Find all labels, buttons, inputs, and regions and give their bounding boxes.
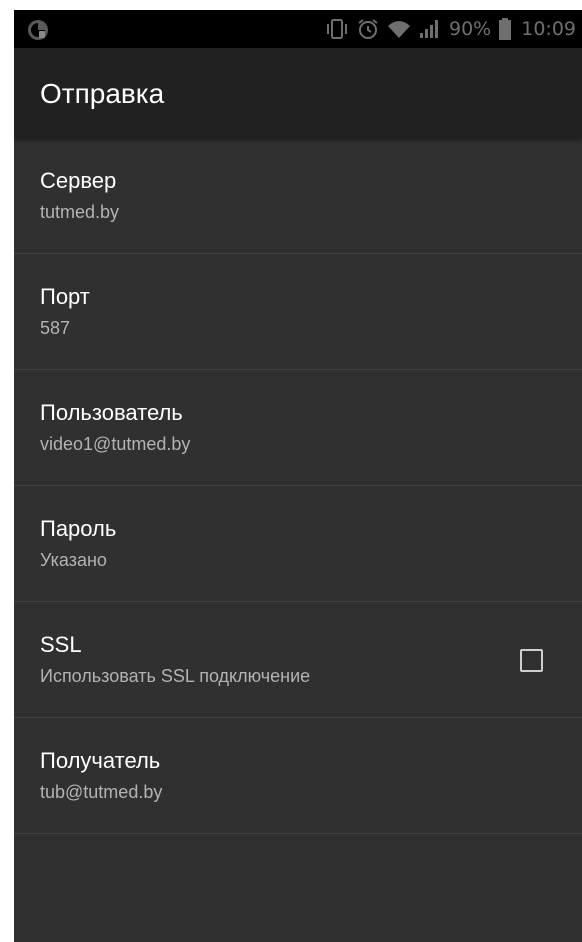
setting-title: Пользователь xyxy=(40,400,183,425)
app-bar: Отправка xyxy=(14,48,582,138)
setting-password[interactable]: Пароль Указано xyxy=(14,486,582,602)
page-title: Отправка xyxy=(40,78,165,109)
battery-percent: 90% xyxy=(449,18,492,40)
setting-port[interactable]: Порт 587 xyxy=(14,254,582,370)
setting-recipient[interactable]: Получатель tub@tutmed.by xyxy=(14,718,582,834)
app-notification-icon xyxy=(28,20,48,40)
setting-server[interactable]: Сервер tutmed.by xyxy=(14,138,582,254)
status-bar: 90% 10:09 xyxy=(14,10,582,48)
setting-title: SSL xyxy=(40,632,82,657)
setting-user[interactable]: Пользователь video1@tutmed.by xyxy=(14,370,582,486)
setting-summary: tutmed.by xyxy=(40,202,120,222)
battery-icon xyxy=(499,18,512,40)
ssl-checkbox[interactable] xyxy=(520,649,543,672)
setting-title: Получатель xyxy=(40,748,161,773)
app-screen: 90% 10:09 Отправка Сервер tutmed.by Порт… xyxy=(14,10,582,942)
status-clock: 10:09 xyxy=(521,18,576,40)
signal-icon xyxy=(420,20,438,38)
setting-summary: Использовать SSL подключение xyxy=(40,666,311,686)
setting-summary: Указано xyxy=(40,550,107,570)
setting-summary: tub@tutmed.by xyxy=(40,782,163,802)
setting-title: Порт xyxy=(40,284,90,309)
setting-summary: 587 xyxy=(40,318,71,338)
setting-ssl[interactable]: SSL Использовать SSL подключение xyxy=(14,602,582,718)
setting-title: Сервер xyxy=(40,168,117,193)
alarm-icon xyxy=(358,19,378,39)
setting-title: Пароль xyxy=(40,516,117,541)
setting-summary: video1@tutmed.by xyxy=(40,434,191,454)
settings-list: Сервер tutmed.by Порт 587 Пользователь v… xyxy=(14,138,582,834)
vibrate-icon xyxy=(327,19,347,39)
wifi-icon xyxy=(388,21,410,38)
